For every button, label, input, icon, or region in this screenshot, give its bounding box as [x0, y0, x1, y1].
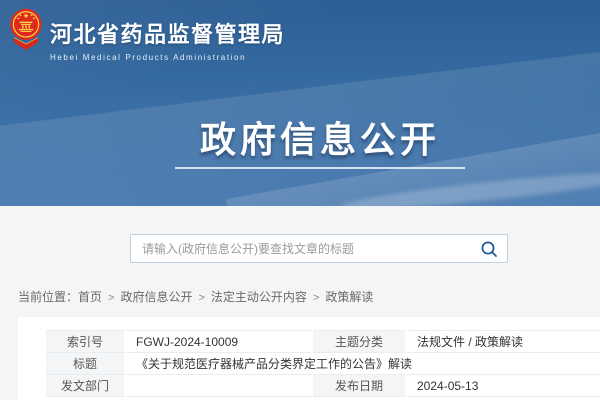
table-row: 发文部门 发布日期 2024-05-13	[45, 375, 600, 397]
table-row: 标题 《关于规范医疗器械产品分类界定工作的公告》解读	[45, 353, 600, 375]
breadcrumb-item-home[interactable]: 首页	[78, 290, 102, 304]
issuing-department-value	[125, 375, 312, 397]
hero-banner: 河北省药品监督管理局 Hebei Medical Products Admini…	[0, 0, 600, 206]
banner-underline	[175, 167, 465, 169]
site-logo-link[interactable]: 河北省药品监督管理局 Hebei Medical Products Admini…	[10, 6, 285, 62]
publish-date-value: 2024-05-13	[406, 375, 600, 397]
breadcrumb-label: 当前位置：	[18, 290, 78, 304]
breadcrumb-item-statutory-content[interactable]: 法定主动公开内容	[211, 290, 307, 304]
index-number-label: 索引号	[45, 331, 125, 353]
org-name-en: Hebei Medical Products Administration	[50, 53, 285, 62]
breadcrumb-separator: >	[198, 292, 204, 304]
issuing-department-label: 发文部门	[45, 375, 125, 397]
topic-category-label: 主题分类	[312, 331, 406, 353]
search-button[interactable]	[471, 235, 507, 262]
search-box	[130, 234, 508, 263]
index-number-value: FGWJ-2024-10009	[125, 331, 312, 353]
search-input[interactable]	[131, 235, 471, 262]
breadcrumb-item-policy-interpretation[interactable]: 政策解读	[325, 290, 373, 304]
search-icon	[480, 240, 498, 258]
publish-date-label: 发布日期	[312, 375, 406, 397]
org-name-cn: 河北省药品监督管理局	[50, 17, 285, 49]
breadcrumb: 当前位置：首页 > 政府信息公开 > 法定主动公开内容 > 政策解读	[18, 288, 373, 305]
title-value: 《关于规范医疗器械产品分类界定工作的公告》解读	[125, 353, 600, 375]
national-emblem-icon	[10, 8, 42, 52]
document-info-table: 索引号 FGWJ-2024-10009 主题分类 法规文件 / 政策解读 标题 …	[44, 330, 600, 397]
topic-category-value: 法规文件 / 政策解读	[406, 331, 600, 353]
content-panel: 索引号 FGWJ-2024-10009 主题分类 法规文件 / 政策解读 标题 …	[18, 317, 600, 400]
breadcrumb-item-info-disclosure[interactable]: 政府信息公开	[120, 290, 192, 304]
table-row: 索引号 FGWJ-2024-10009 主题分类 法规文件 / 政策解读	[45, 331, 600, 353]
breadcrumb-separator: >	[313, 292, 319, 304]
banner-streak	[340, 166, 600, 206]
page-title: 政府信息公开	[175, 111, 465, 163]
breadcrumb-separator: >	[108, 292, 114, 304]
title-label: 标题	[45, 353, 125, 375]
